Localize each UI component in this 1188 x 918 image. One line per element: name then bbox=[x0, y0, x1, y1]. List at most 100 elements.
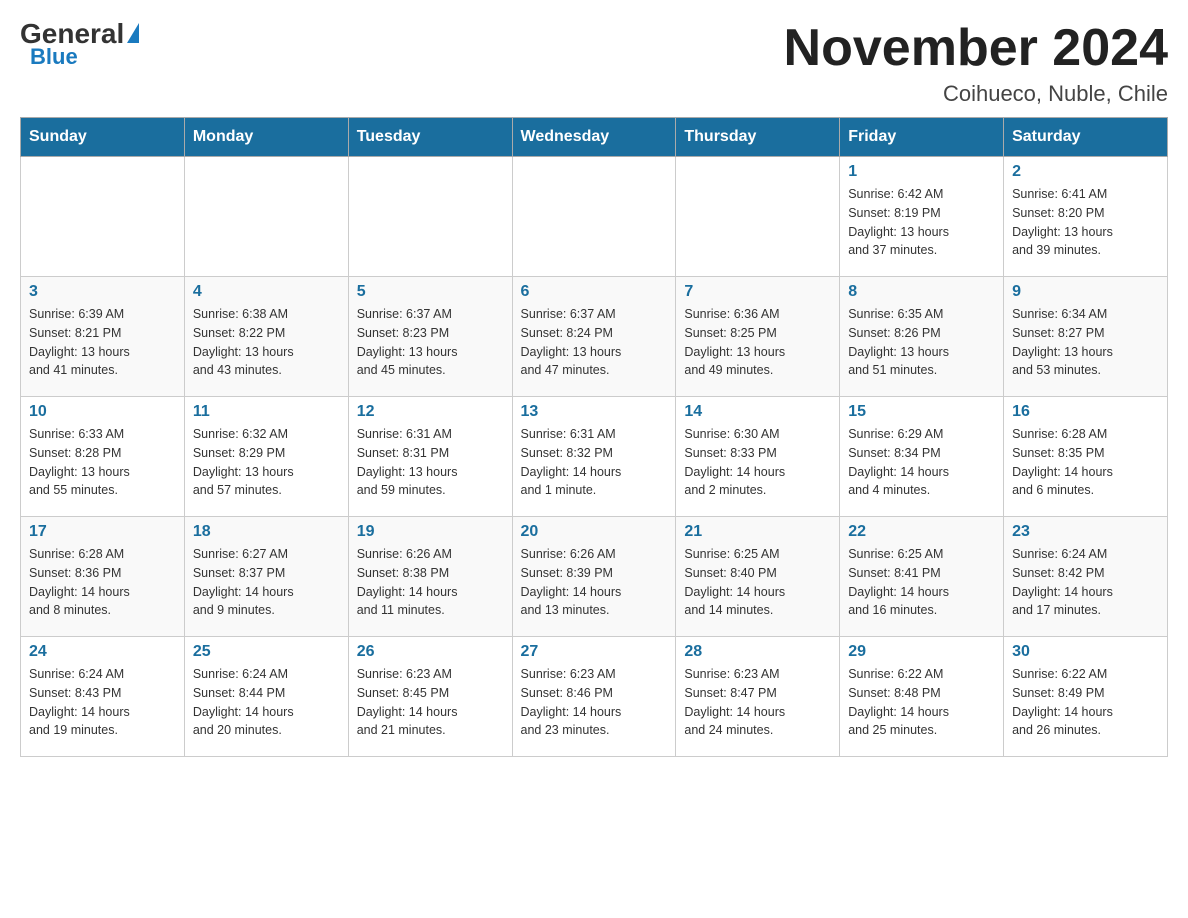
weekday-header-thursday: Thursday bbox=[676, 118, 840, 157]
day-info: Sunrise: 6:23 AM Sunset: 8:47 PM Dayligh… bbox=[684, 665, 831, 740]
logo: General Blue bbox=[20, 20, 139, 70]
calendar-cell-2-6: 8 Sunrise: 6:35 AM Sunset: 8:26 PM Daylig… bbox=[840, 277, 1004, 397]
calendar-cell-1-3 bbox=[348, 157, 512, 277]
day-info: Sunrise: 6:28 AM Sunset: 8:35 PM Dayligh… bbox=[1012, 425, 1159, 500]
calendar-cell-4-3: 19 Sunrise: 6:26 AM Sunset: 8:38 PM Dayli… bbox=[348, 517, 512, 637]
calendar-cell-3-7: 16 Sunrise: 6:28 AM Sunset: 8:35 PM Dayli… bbox=[1004, 397, 1168, 517]
weekday-header-friday: Friday bbox=[840, 118, 1004, 157]
month-title: November 2024 bbox=[784, 20, 1168, 77]
day-number: 14 bbox=[684, 403, 831, 421]
day-number: 22 bbox=[848, 523, 995, 541]
day-info: Sunrise: 6:34 AM Sunset: 8:27 PM Dayligh… bbox=[1012, 305, 1159, 380]
day-info: Sunrise: 6:22 AM Sunset: 8:49 PM Dayligh… bbox=[1012, 665, 1159, 740]
day-info: Sunrise: 6:26 AM Sunset: 8:38 PM Dayligh… bbox=[357, 545, 504, 620]
calendar-cell-4-5: 21 Sunrise: 6:25 AM Sunset: 8:40 PM Dayli… bbox=[676, 517, 840, 637]
week-row-3: 10 Sunrise: 6:33 AM Sunset: 8:28 PM Dayli… bbox=[21, 397, 1168, 517]
day-number: 25 bbox=[193, 643, 340, 661]
day-number: 3 bbox=[29, 283, 176, 301]
location-title: Coihueco, Nuble, Chile bbox=[784, 81, 1168, 107]
calendar-cell-3-2: 11 Sunrise: 6:32 AM Sunset: 8:29 PM Dayli… bbox=[184, 397, 348, 517]
calendar-cell-2-3: 5Sunrise: 6:37 AM Sunset: 8:23 PM Daylig… bbox=[348, 277, 512, 397]
weekday-header-tuesday: Tuesday bbox=[348, 118, 512, 157]
day-number: 26 bbox=[357, 643, 504, 661]
day-number: 11 bbox=[193, 403, 340, 421]
day-info: Sunrise: 6:35 AM Sunset: 8:26 PM Dayligh… bbox=[848, 305, 995, 380]
day-number: 30 bbox=[1012, 643, 1159, 661]
day-info: Sunrise: 6:26 AM Sunset: 8:39 PM Dayligh… bbox=[521, 545, 668, 620]
weekday-header-saturday: Saturday bbox=[1004, 118, 1168, 157]
week-row-2: 3 Sunrise: 6:39 AM Sunset: 8:21 PM Daylig… bbox=[21, 277, 1168, 397]
day-info: Sunrise: 6:30 AM Sunset: 8:33 PM Dayligh… bbox=[684, 425, 831, 500]
day-info: Sunrise: 6:23 AM Sunset: 8:45 PM Dayligh… bbox=[357, 665, 504, 740]
day-number: 27 bbox=[521, 643, 668, 661]
day-number: 24 bbox=[29, 643, 176, 661]
day-number: 5 bbox=[357, 283, 504, 301]
day-number: 13 bbox=[521, 403, 668, 421]
calendar-cell-2-2: 4Sunrise: 6:38 AM Sunset: 8:22 PM Daylig… bbox=[184, 277, 348, 397]
weekday-header-sunday: Sunday bbox=[21, 118, 185, 157]
day-number: 21 bbox=[684, 523, 831, 541]
calendar-cell-5-4: 27 Sunrise: 6:23 AM Sunset: 8:46 PM Dayli… bbox=[512, 637, 676, 757]
day-info: Sunrise: 6:38 AM Sunset: 8:22 PM Dayligh… bbox=[193, 305, 340, 380]
calendar-cell-1-2 bbox=[184, 157, 348, 277]
day-info: Sunrise: 6:36 AM Sunset: 8:25 PM Dayligh… bbox=[684, 305, 831, 380]
day-info: Sunrise: 6:28 AM Sunset: 8:36 PM Dayligh… bbox=[29, 545, 176, 620]
weekday-header-row: SundayMondayTuesdayWednesdayThursdayFrid… bbox=[21, 118, 1168, 157]
day-info: Sunrise: 6:33 AM Sunset: 8:28 PM Dayligh… bbox=[29, 425, 176, 500]
day-info: Sunrise: 6:24 AM Sunset: 8:43 PM Dayligh… bbox=[29, 665, 176, 740]
calendar-cell-3-5: 14 Sunrise: 6:30 AM Sunset: 8:33 PM Dayli… bbox=[676, 397, 840, 517]
week-row-1: 1Sunrise: 6:42 AM Sunset: 8:19 PM Daylig… bbox=[21, 157, 1168, 277]
day-info: Sunrise: 6:32 AM Sunset: 8:29 PM Dayligh… bbox=[193, 425, 340, 500]
calendar-cell-4-4: 20 Sunrise: 6:26 AM Sunset: 8:39 PM Dayli… bbox=[512, 517, 676, 637]
day-number: 23 bbox=[1012, 523, 1159, 541]
calendar-cell-4-7: 23 Sunrise: 6:24 AM Sunset: 8:42 PM Dayli… bbox=[1004, 517, 1168, 637]
day-info: Sunrise: 6:37 AM Sunset: 8:24 PM Dayligh… bbox=[521, 305, 668, 380]
calendar-cell-5-6: 29 Sunrise: 6:22 AM Sunset: 8:48 PM Dayli… bbox=[840, 637, 1004, 757]
day-info: Sunrise: 6:41 AM Sunset: 8:20 PM Dayligh… bbox=[1012, 185, 1159, 260]
day-number: 8 bbox=[848, 283, 995, 301]
day-info: Sunrise: 6:22 AM Sunset: 8:48 PM Dayligh… bbox=[848, 665, 995, 740]
logo-blue-text: Blue bbox=[30, 44, 78, 70]
calendar-cell-1-1 bbox=[21, 157, 185, 277]
day-number: 16 bbox=[1012, 403, 1159, 421]
weekday-header-monday: Monday bbox=[184, 118, 348, 157]
weekday-header-wednesday: Wednesday bbox=[512, 118, 676, 157]
calendar-cell-2-5: 7Sunrise: 6:36 AM Sunset: 8:25 PM Daylig… bbox=[676, 277, 840, 397]
day-info: Sunrise: 6:25 AM Sunset: 8:40 PM Dayligh… bbox=[684, 545, 831, 620]
day-info: Sunrise: 6:24 AM Sunset: 8:44 PM Dayligh… bbox=[193, 665, 340, 740]
calendar-cell-5-2: 25 Sunrise: 6:24 AM Sunset: 8:44 PM Dayli… bbox=[184, 637, 348, 757]
day-info: Sunrise: 6:42 AM Sunset: 8:19 PM Dayligh… bbox=[848, 185, 995, 260]
calendar-cell-2-7: 9Sunrise: 6:34 AM Sunset: 8:27 PM Daylig… bbox=[1004, 277, 1168, 397]
calendar-cell-3-6: 15 Sunrise: 6:29 AM Sunset: 8:34 PM Dayli… bbox=[840, 397, 1004, 517]
calendar-cell-5-5: 28Sunrise: 6:23 AM Sunset: 8:47 PM Dayli… bbox=[676, 637, 840, 757]
calendar-cell-5-3: 26 Sunrise: 6:23 AM Sunset: 8:45 PM Dayli… bbox=[348, 637, 512, 757]
week-row-5: 24 Sunrise: 6:24 AM Sunset: 8:43 PM Dayli… bbox=[21, 637, 1168, 757]
calendar-cell-1-6: 1Sunrise: 6:42 AM Sunset: 8:19 PM Daylig… bbox=[840, 157, 1004, 277]
day-info: Sunrise: 6:24 AM Sunset: 8:42 PM Dayligh… bbox=[1012, 545, 1159, 620]
calendar-cell-1-5 bbox=[676, 157, 840, 277]
day-number: 29 bbox=[848, 643, 995, 661]
day-number: 6 bbox=[521, 283, 668, 301]
day-number: 12 bbox=[357, 403, 504, 421]
day-info: Sunrise: 6:25 AM Sunset: 8:41 PM Dayligh… bbox=[848, 545, 995, 620]
day-info: Sunrise: 6:27 AM Sunset: 8:37 PM Dayligh… bbox=[193, 545, 340, 620]
day-info: Sunrise: 6:31 AM Sunset: 8:31 PM Dayligh… bbox=[357, 425, 504, 500]
day-info: Sunrise: 6:29 AM Sunset: 8:34 PM Dayligh… bbox=[848, 425, 995, 500]
calendar-cell-5-7: 30 Sunrise: 6:22 AM Sunset: 8:49 PM Dayli… bbox=[1004, 637, 1168, 757]
calendar-cell-4-1: 17 Sunrise: 6:28 AM Sunset: 8:36 PM Dayli… bbox=[21, 517, 185, 637]
day-number: 19 bbox=[357, 523, 504, 541]
day-info: Sunrise: 6:39 AM Sunset: 8:21 PM Dayligh… bbox=[29, 305, 176, 380]
day-number: 20 bbox=[521, 523, 668, 541]
calendar-cell-1-4 bbox=[512, 157, 676, 277]
calendar-cell-4-6: 22 Sunrise: 6:25 AM Sunset: 8:41 PM Dayli… bbox=[840, 517, 1004, 637]
day-number: 18 bbox=[193, 523, 340, 541]
day-info: Sunrise: 6:23 AM Sunset: 8:46 PM Dayligh… bbox=[521, 665, 668, 740]
day-number: 10 bbox=[29, 403, 176, 421]
day-number: 17 bbox=[29, 523, 176, 541]
calendar-cell-2-4: 6 Sunrise: 6:37 AM Sunset: 8:24 PM Daylig… bbox=[512, 277, 676, 397]
calendar-cell-3-3: 12 Sunrise: 6:31 AM Sunset: 8:31 PM Dayli… bbox=[348, 397, 512, 517]
calendar-cell-3-4: 13Sunrise: 6:31 AM Sunset: 8:32 PM Dayli… bbox=[512, 397, 676, 517]
calendar-cell-2-1: 3 Sunrise: 6:39 AM Sunset: 8:21 PM Daylig… bbox=[21, 277, 185, 397]
day-number: 15 bbox=[848, 403, 995, 421]
calendar-cell-1-7: 2Sunrise: 6:41 AM Sunset: 8:20 PM Daylig… bbox=[1004, 157, 1168, 277]
